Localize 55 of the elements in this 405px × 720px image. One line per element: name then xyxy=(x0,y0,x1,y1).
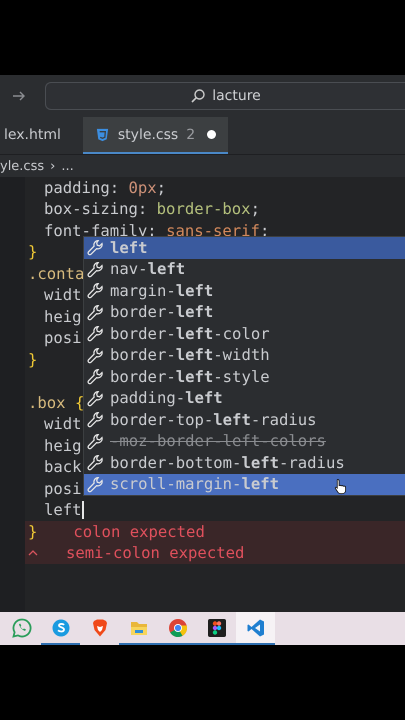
search-field[interactable]: lacture xyxy=(45,82,405,110)
code-line: } xyxy=(28,243,38,262)
code-line: left xyxy=(43,501,82,520)
suggestion-item[interactable]: left xyxy=(84,237,405,258)
suggestion-item[interactable]: border-left-width xyxy=(84,344,405,366)
wrench-icon xyxy=(87,346,104,364)
css-file-icon xyxy=(94,127,110,142)
code-line: widt xyxy=(43,286,82,304)
wrench-icon xyxy=(87,282,104,300)
code-line: heig xyxy=(43,308,82,326)
phone-bubble-icon xyxy=(12,618,32,638)
error-message: semi-colon expected xyxy=(66,544,244,562)
editor-tab[interactable]: style.css 2 xyxy=(82,117,228,154)
breadcrumb-item[interactable]: › xyxy=(50,158,56,174)
wrench-icon xyxy=(87,260,104,278)
code-line: heig xyxy=(43,436,82,455)
code-line: } xyxy=(28,350,38,369)
hand-pointer-icon xyxy=(334,478,347,494)
suggestion-item[interactable]: border-left-color xyxy=(84,323,405,344)
suggestion-item[interactable]: border-bottom-left-radius xyxy=(84,452,405,474)
code-line: posi xyxy=(43,480,82,498)
suggestion-item[interactable]: -moz-border-left-colors xyxy=(84,430,405,452)
browser-ball-icon xyxy=(168,618,188,638)
code-line: .conta xyxy=(28,264,84,283)
problem-count: 2 xyxy=(186,126,196,142)
editor-tab[interactable]: lex.html xyxy=(0,117,83,154)
wrench-icon xyxy=(87,390,104,407)
suggestion-item[interactable]: padding-left xyxy=(84,388,405,409)
error-squiggle-icon xyxy=(28,550,38,556)
search-icon xyxy=(190,88,206,104)
suggestion-item[interactable]: border-left-style xyxy=(84,366,405,388)
code-line: posi xyxy=(43,329,82,348)
code-line: box-sizing: border-box; xyxy=(43,200,260,218)
code-line: widt xyxy=(43,415,82,434)
design-tile-icon xyxy=(206,618,226,638)
code-line: padding: 0px; xyxy=(43,178,166,197)
wrench-icon xyxy=(87,476,104,493)
wrench-icon xyxy=(87,325,104,342)
suggestion-item[interactable]: border-left xyxy=(84,302,405,323)
suggestion-item[interactable]: border-top-left-radius xyxy=(84,409,405,430)
wrench-icon xyxy=(87,454,104,472)
suggestion-item[interactable]: margin-left xyxy=(84,280,405,302)
suggestion-item[interactable]: nav-left xyxy=(84,258,405,280)
wrench-icon xyxy=(87,304,104,321)
wrench-icon xyxy=(87,432,104,450)
wrench-icon xyxy=(87,239,104,256)
code-line: back xyxy=(43,458,82,476)
wrench-icon xyxy=(87,368,104,386)
breadcrumb-item[interactable]: ... xyxy=(61,158,74,174)
code-line: } xyxy=(28,522,38,541)
wrench-icon xyxy=(87,411,104,428)
breadcrumb-item[interactable]: yle.css xyxy=(0,158,44,174)
error-message: colon expected xyxy=(73,522,205,541)
code-line: .box { xyxy=(28,394,84,412)
ribbon-icon xyxy=(246,618,266,638)
